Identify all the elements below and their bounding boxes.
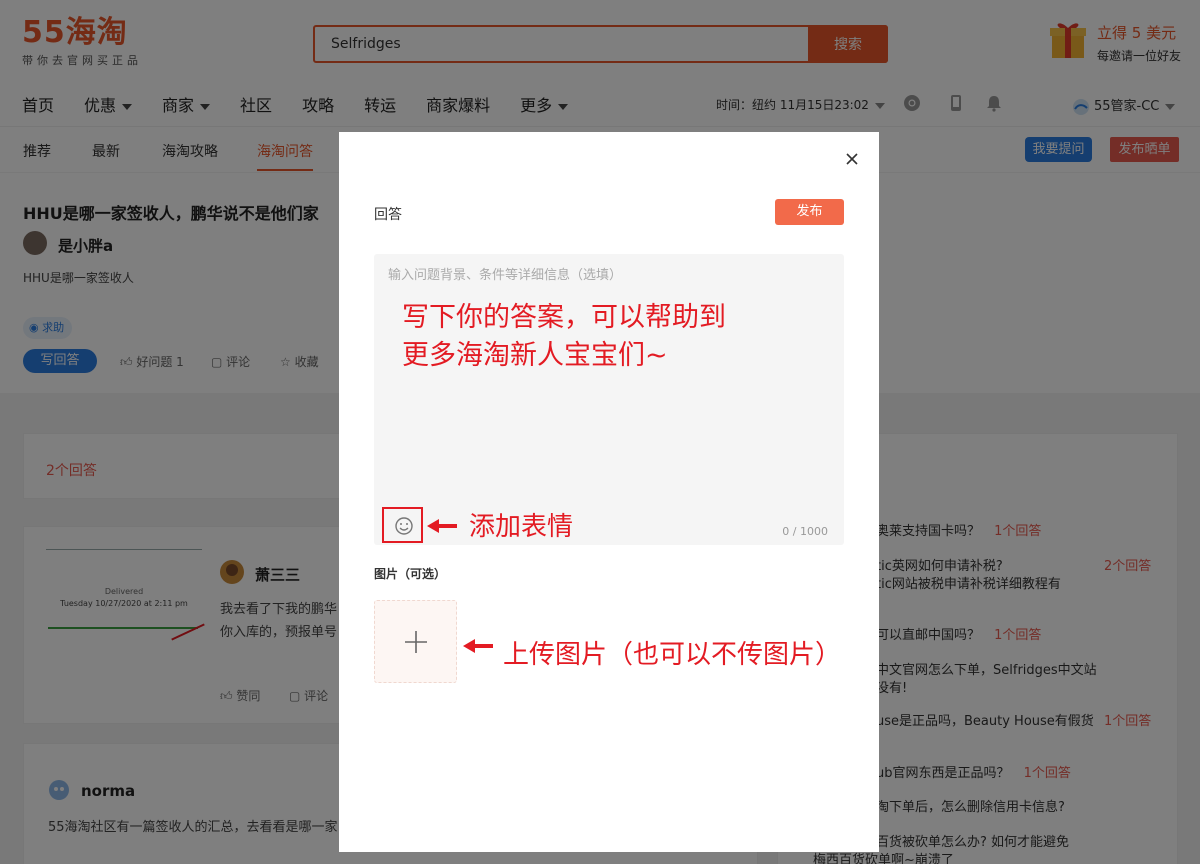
arrow-left-icon xyxy=(427,519,457,533)
upload-image-button[interactable] xyxy=(374,600,457,683)
annotation-text: 上传图片（也可以不传图片） xyxy=(503,640,842,670)
answer-dialog: 回答 发布 输入问题背景、条件等详细信息（选填） 写下你的答案，可以帮助到 更多… xyxy=(339,132,879,852)
annotation-line: 写下你的答案，可以帮助到 xyxy=(402,302,726,333)
textarea-placeholder: 输入问题背景、条件等详细信息（选填） xyxy=(388,268,623,283)
page: 55海淘 带你去官网买正品 搜索 立得 5 美元 每邀请一位好友 首页 优惠 商… xyxy=(0,0,1200,864)
plus-icon xyxy=(405,631,427,653)
arrow-left-icon xyxy=(463,639,493,653)
emoji-highlight xyxy=(382,507,423,543)
char-counter: 0 / 1000 xyxy=(782,525,828,538)
annotation-line: 更多海淘新人宝宝们~ xyxy=(402,340,668,371)
publish-button[interactable]: 发布 xyxy=(775,199,844,225)
smiley-icon[interactable] xyxy=(394,516,414,536)
annotation-text: 添加表情 xyxy=(469,512,574,542)
answer-textarea[interactable]: 输入问题背景、条件等详细信息（选填） 写下你的答案，可以帮助到 更多海淘新人宝宝… xyxy=(374,254,844,545)
image-label: 图片（可选） xyxy=(374,567,447,581)
annotation-text: 写下你的答案，可以帮助到 更多海淘新人宝宝们~ xyxy=(402,299,726,375)
dialog-title: 回答 xyxy=(374,207,402,223)
close-icon[interactable] xyxy=(844,151,860,167)
